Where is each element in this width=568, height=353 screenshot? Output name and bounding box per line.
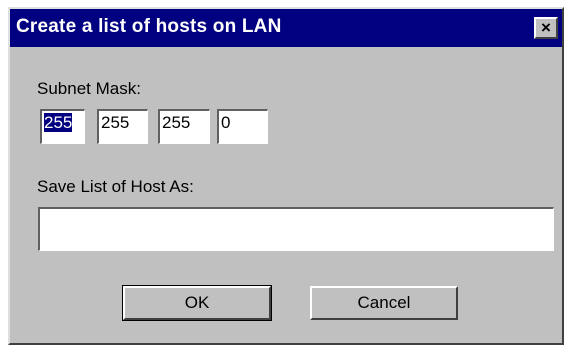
subnet-octet-4-value: 0 [221,113,231,132]
subnet-octet-1-value: 255 [44,113,73,132]
save-list-label: Save List of Host As: [37,177,194,196]
subnet-octet-2-input[interactable]: 255 [96,108,149,145]
subnet-octet-4-input[interactable]: 0 [216,108,269,145]
cancel-button[interactable]: Cancel [310,286,458,320]
subnet-mask-label: Subnet Mask: [37,79,141,98]
subnet-octet-3-input[interactable]: 255 [157,108,211,145]
ok-button[interactable]: OK [122,285,272,321]
close-button[interactable]: × [534,17,558,39]
close-icon: × [541,18,551,37]
window-title: Create a list of hosts on LAN [16,16,282,37]
title-bar[interactable]: Create a list of hosts on LAN × [10,9,562,47]
dialog-window: Create a list of hosts on LAN × Subnet M… [8,7,564,345]
save-list-filename-input[interactable] [37,206,555,252]
subnet-octet-2-value: 255 [101,113,130,132]
subnet-octet-1-input[interactable]: 255 [39,108,86,145]
ok-button-label: OK [184,293,210,312]
cancel-button-label: Cancel [357,293,411,312]
subnet-octet-3-value: 255 [162,113,191,132]
